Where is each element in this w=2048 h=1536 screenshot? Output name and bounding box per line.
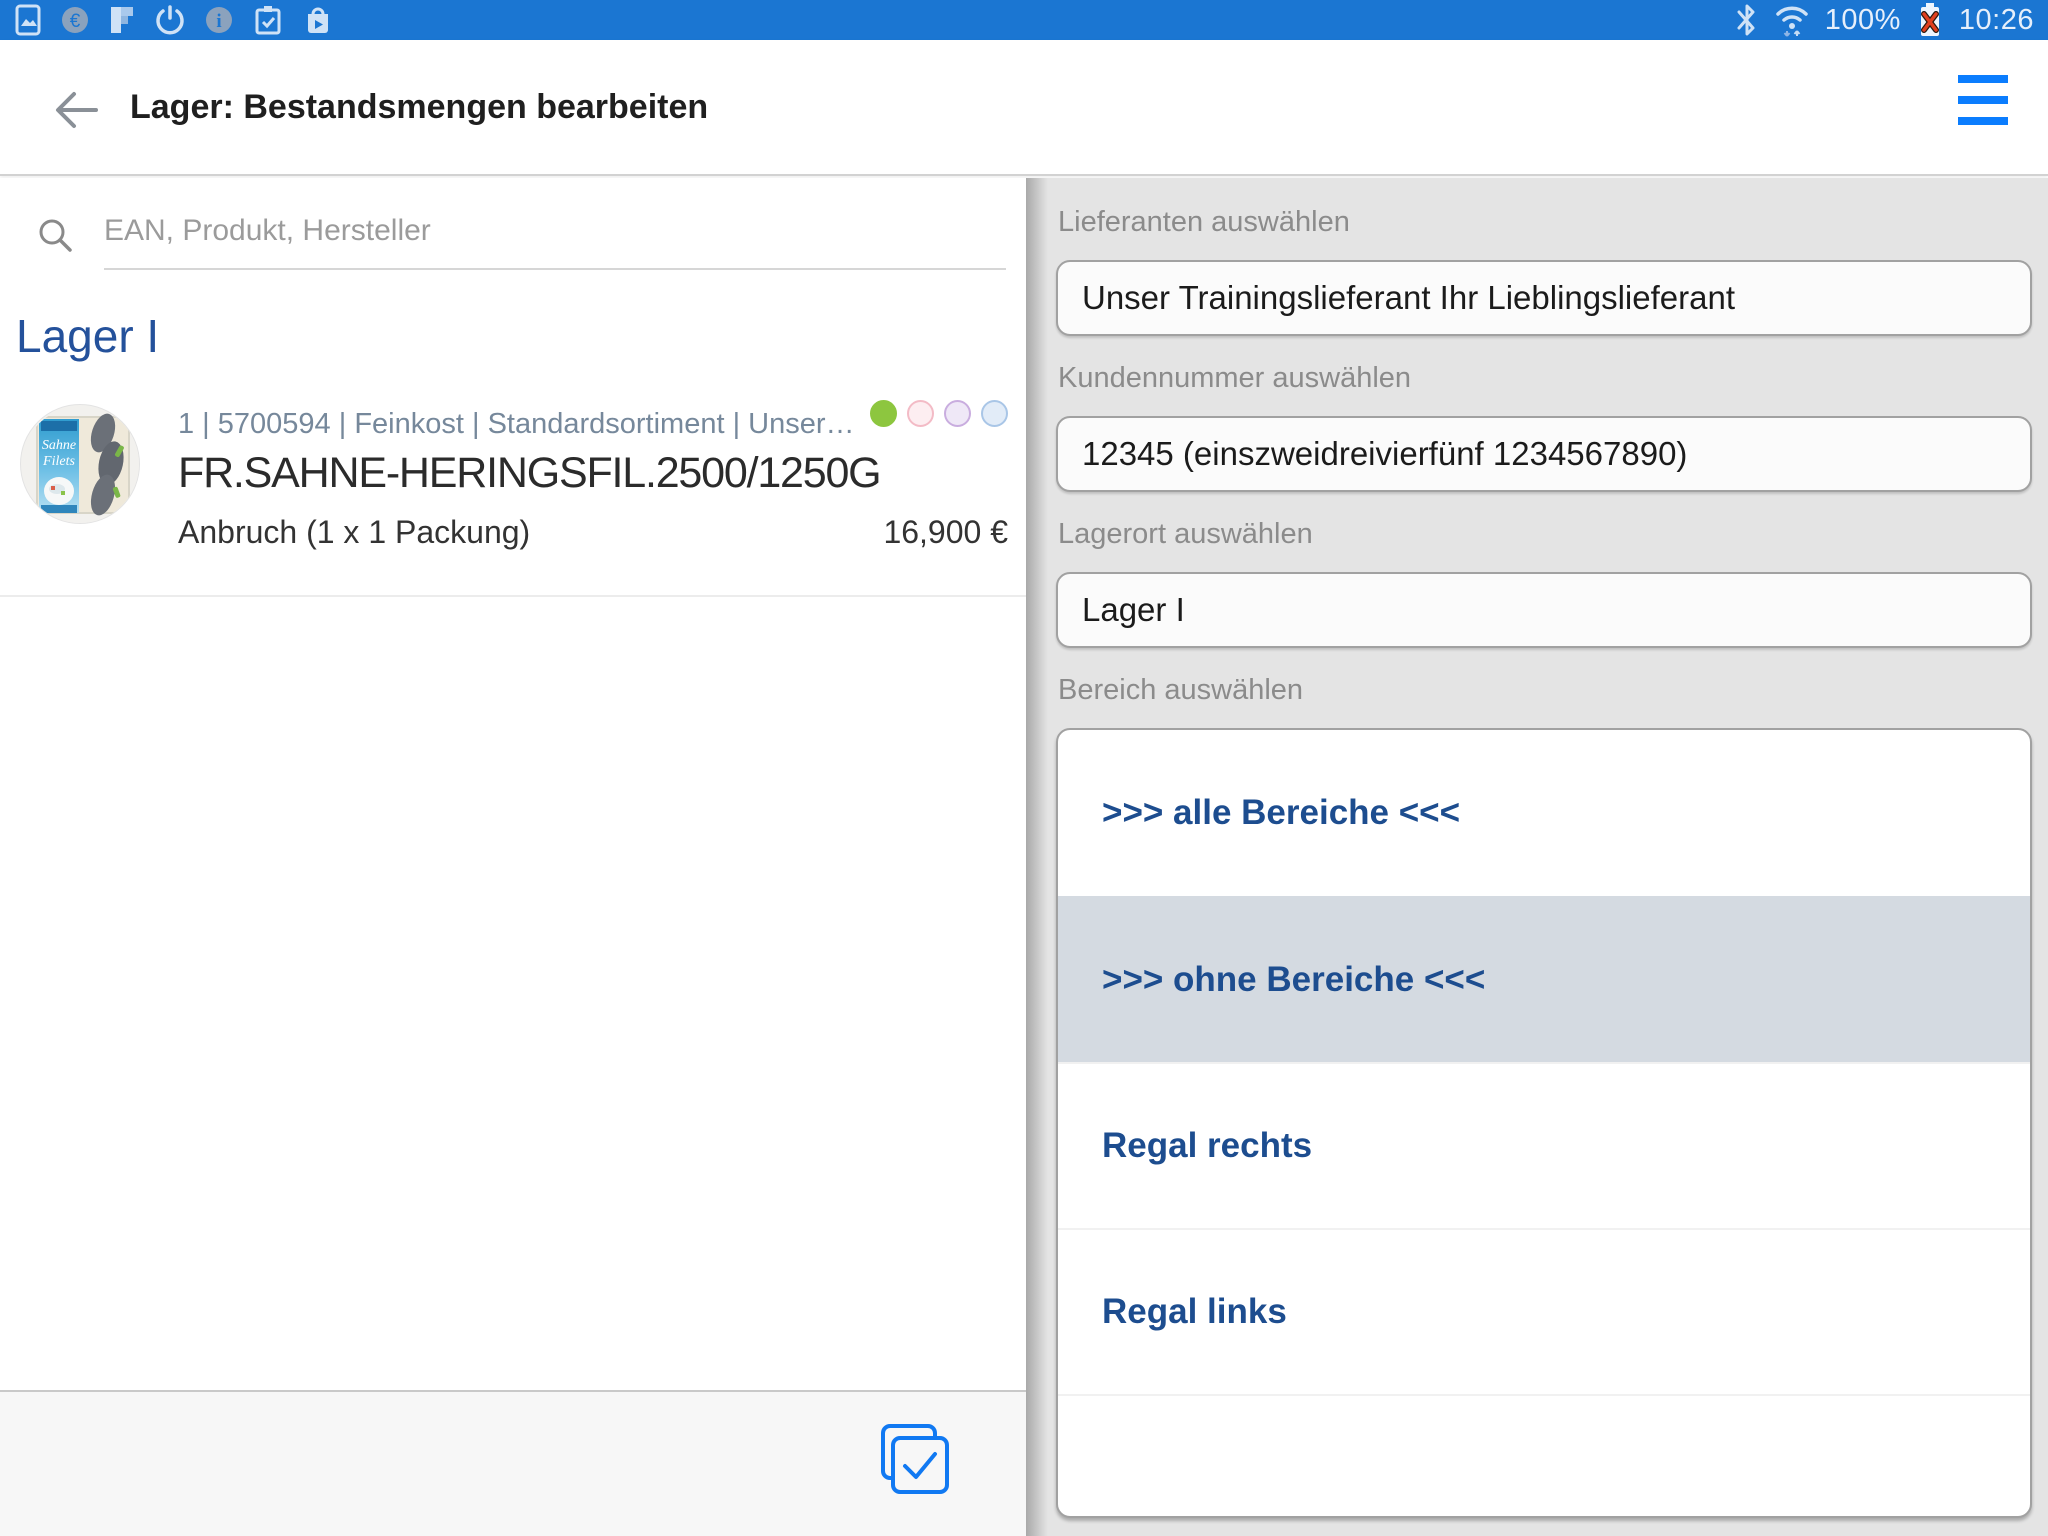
- battery-percent: 100%: [1825, 4, 1901, 37]
- status-dot-blue: [981, 400, 1008, 427]
- product-list-item[interactable]: Sahne Filets 1 | 5700594 | Feinkost | St…: [0, 392, 1026, 551]
- product-quantity: Anbruch (1 x 1 Packung): [178, 514, 530, 551]
- area-option-regal-links[interactable]: Regal links: [1058, 1228, 2030, 1394]
- supplier-label: Lieferanten auswählen: [1058, 206, 2032, 238]
- bluetooth-icon: [1735, 3, 1759, 37]
- status-dot-green: [870, 400, 897, 427]
- play-store-icon: [302, 4, 334, 36]
- area-option-all[interactable]: >>> alle Bereiche <<<: [1058, 730, 2030, 896]
- page-title: Lager: Bestandsmengen bearbeiten: [130, 88, 708, 127]
- area-listbox-empty-space: [1058, 1394, 2030, 1516]
- search-input[interactable]: EAN, Produkt, Hersteller: [104, 214, 1006, 270]
- product-image: Sahne Filets: [20, 404, 140, 524]
- notification-icons: € i: [14, 0, 334, 40]
- search-placeholder: EAN, Produkt, Hersteller: [104, 214, 431, 247]
- product-list-panel: EAN, Produkt, Hersteller Lager I: [0, 178, 1026, 1536]
- supplier-value: Unser Trainingslieferant Ihr Lieblingsli…: [1082, 279, 1735, 317]
- filter-panel: Lieferanten auswählen Unser Trainingslie…: [1026, 178, 2048, 1536]
- battery-icon: [1915, 2, 1945, 38]
- area-option-none[interactable]: >>> ohne Bereiche <<<: [1058, 896, 2030, 1062]
- clock: 10:26: [1959, 4, 2034, 37]
- content: EAN, Produkt, Hersteller Lager I: [0, 178, 2048, 1536]
- storage-location-select[interactable]: Lager I: [1056, 572, 2032, 648]
- back-button[interactable]: [52, 86, 100, 134]
- status-dot-pink: [907, 400, 934, 427]
- customer-number-select[interactable]: 12345 (einszweidreivierfünf 1234567890): [1056, 416, 2032, 492]
- search-field[interactable]: EAN, Produkt, Hersteller: [0, 178, 1026, 270]
- status-dot-lavender: [944, 400, 971, 427]
- area-listbox: >>> alle Bereiche <<< >>> ohne Bereiche …: [1056, 728, 2032, 1518]
- list-divider: [0, 595, 1026, 597]
- svg-text:€: €: [70, 11, 81, 32]
- menu-button[interactable]: [1958, 72, 2008, 128]
- product-name: FR.SAHNE-HERINGSFIL.2500/1250G: [178, 449, 1008, 498]
- info-icon: i: [204, 5, 234, 35]
- storage-location-value: Lager I: [1082, 591, 1185, 629]
- status-bar: € i: [0, 0, 2048, 40]
- wifi-icon: [1773, 2, 1811, 38]
- product-brand-line1: Sahne: [42, 438, 76, 453]
- customer-number-label: Kundennummer auswählen: [1058, 362, 2032, 394]
- multi-select-check-icon: [870, 1421, 956, 1507]
- flipboard-icon: [108, 5, 136, 35]
- product-status-dots: [870, 400, 1008, 427]
- back-arrow-icon: [52, 86, 100, 134]
- hamburger-menu-icon: [1958, 75, 2008, 83]
- area-label: Bereich auswählen: [1058, 674, 2032, 706]
- svg-text:i: i: [216, 11, 221, 32]
- product-brand-line2: Filets: [42, 454, 75, 469]
- app-bar: Lager: Bestandsmengen bearbeiten: [0, 40, 2048, 176]
- power-icon: [154, 4, 186, 36]
- status-indicators: 100% 10:26: [1735, 0, 2034, 40]
- customer-number-value: 12345 (einszweidreivierfünf 1234567890): [1082, 435, 1687, 473]
- area-option-regal-rechts[interactable]: Regal rechts: [1058, 1062, 2030, 1228]
- search-icon: [36, 216, 76, 261]
- euro-icon: €: [60, 5, 90, 35]
- multi-select-button[interactable]: [870, 1421, 956, 1507]
- storage-location-label: Lagerort auswählen: [1058, 518, 2032, 550]
- supplier-select[interactable]: Unser Trainingslieferant Ihr Lieblingsli…: [1056, 260, 2032, 336]
- product-meta: 1 | 5700594 | Feinkost | Standardsortime…: [178, 408, 869, 441]
- product-price: 16,900 €: [883, 514, 1008, 551]
- screen: € i: [0, 0, 2048, 1536]
- bottom-toolbar: [0, 1390, 1026, 1536]
- section-title: Lager I: [16, 310, 1026, 362]
- clipboard-check-icon: [252, 4, 284, 36]
- gallery-icon: [14, 4, 42, 36]
